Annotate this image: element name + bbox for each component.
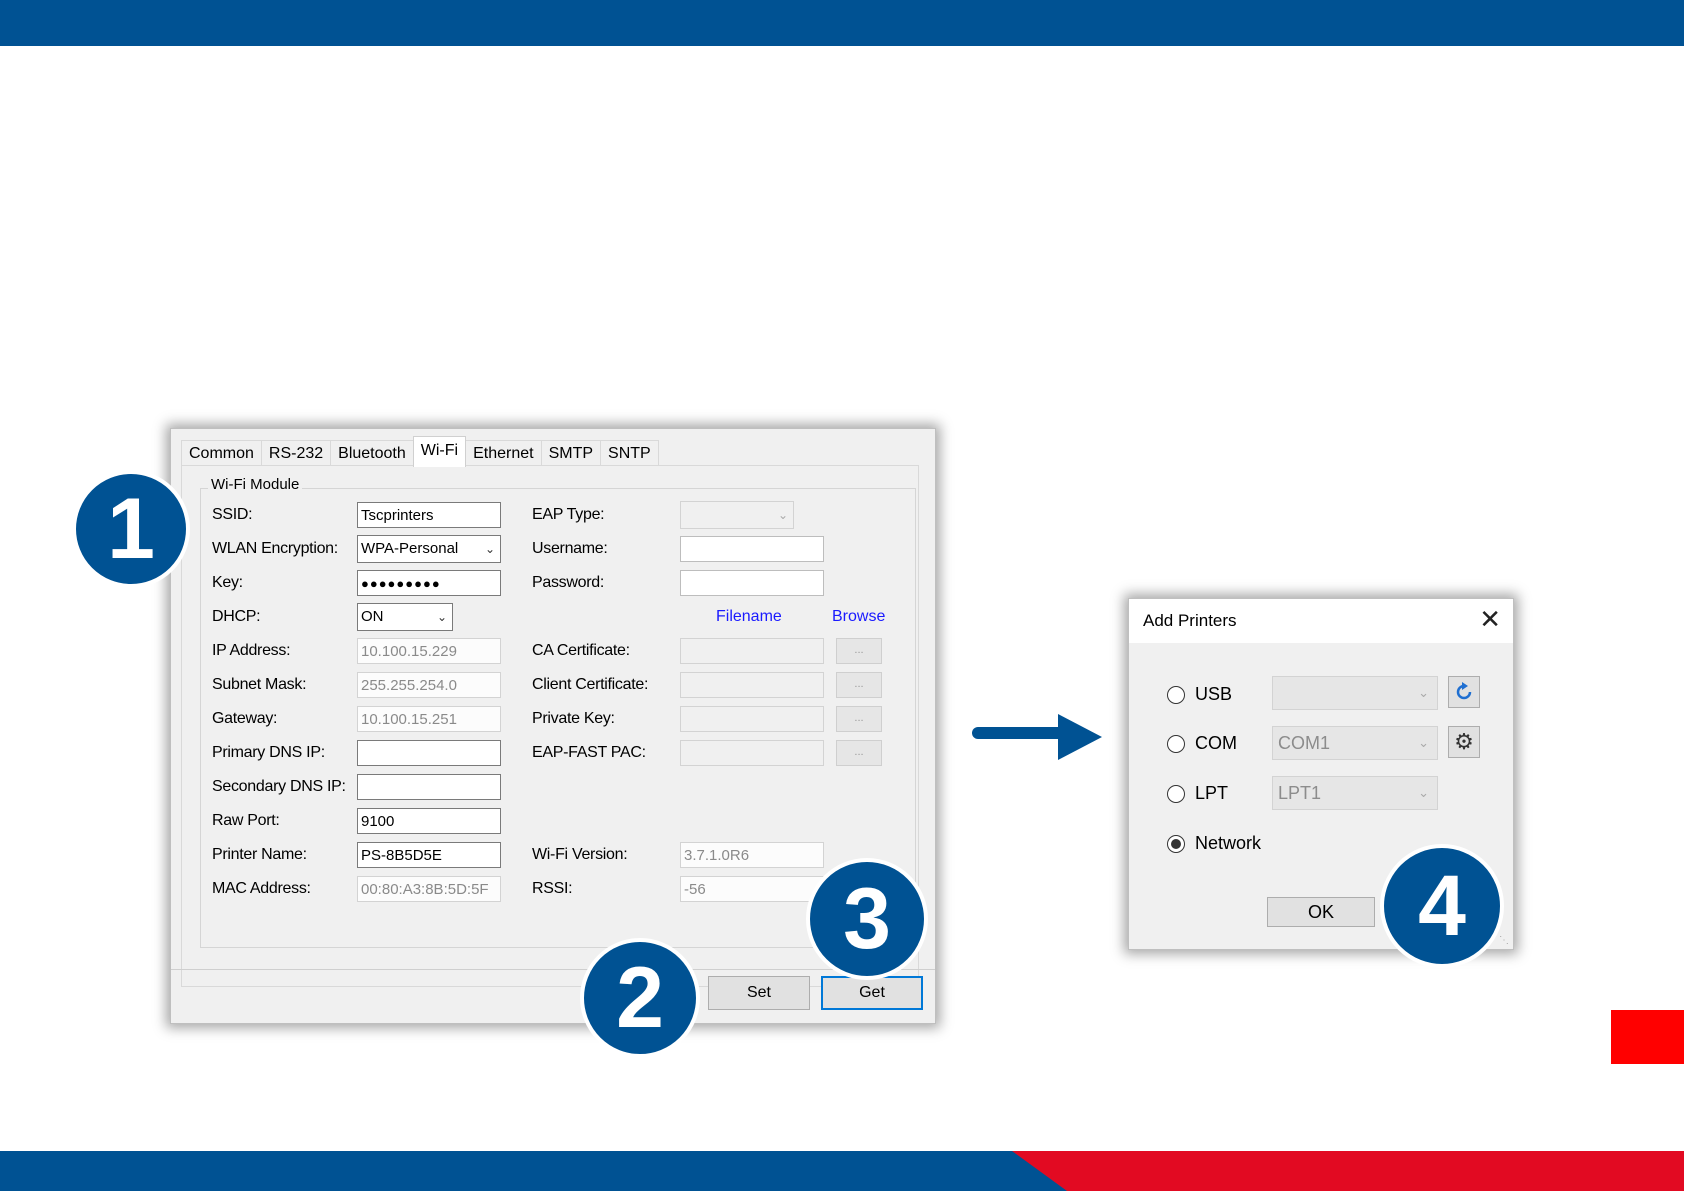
button-bar-divider: [171, 969, 935, 970]
dhcp-label: DHCP:: [212, 608, 261, 625]
lpt-label: LPT: [1195, 783, 1229, 803]
ca-certificate-field[interactable]: [680, 638, 824, 664]
eap-fast-pac-label: EAP-FAST PAC:: [532, 744, 646, 761]
com-settings-button[interactable]: ⚙: [1448, 726, 1480, 758]
usb-radio[interactable]: [1167, 686, 1185, 704]
tab-bluetooth[interactable]: Bluetooth: [330, 440, 414, 467]
tab-sntp[interactable]: SNTP: [600, 440, 659, 467]
step-3-marker: 3: [806, 858, 928, 980]
dhcp-select[interactable]: ON ⌄: [357, 603, 453, 631]
lpt-select[interactable]: LPT1 ⌄: [1272, 776, 1438, 810]
dhcp-value: ON: [361, 608, 384, 625]
chevron-down-icon: ⌄: [1418, 785, 1429, 800]
rssi-label: RSSI:: [532, 880, 573, 897]
raw-port-label: Raw Port:: [212, 812, 280, 829]
private-key-field[interactable]: [680, 706, 824, 732]
key-label: Key:: [212, 574, 243, 591]
subnet-mask-label: Subnet Mask:: [212, 676, 307, 693]
eap-type-select[interactable]: ⌄: [680, 501, 794, 529]
gateway-label: Gateway:: [212, 710, 278, 727]
gear-icon: ⚙: [1454, 729, 1474, 754]
tab-strip: Common RS-232 Bluetooth Wi-Fi Ethernet S…: [181, 436, 659, 467]
ssid-label: SSID:: [212, 506, 253, 523]
primary-dns-label: Primary DNS IP:: [212, 744, 325, 761]
eap-fast-pac-browse-button[interactable]: ...: [836, 740, 882, 766]
rssi-field[interactable]: -56: [680, 876, 824, 902]
dialog-title: Add Printers: [1143, 611, 1237, 630]
step-1-marker: 1: [72, 470, 190, 588]
wlan-encryption-value: WPA-Personal: [361, 540, 459, 557]
client-certificate-browse-button[interactable]: ...: [836, 672, 882, 698]
ip-address-field[interactable]: 10.100.15.229: [357, 638, 501, 664]
com-radio[interactable]: [1167, 735, 1185, 753]
ip-address-label: IP Address:: [212, 642, 291, 659]
client-certificate-label: Client Certificate:: [532, 676, 649, 693]
ca-certificate-browse-button[interactable]: ...: [836, 638, 882, 664]
wlan-encryption-select[interactable]: WPA-Personal ⌄: [357, 535, 501, 563]
secondary-dns-label: Secondary DNS IP:: [212, 778, 346, 795]
raw-port-field[interactable]: 9100: [357, 808, 501, 834]
eap-type-label: EAP Type:: [532, 506, 605, 523]
username-label: Username:: [532, 540, 608, 557]
chevron-down-icon: ⌄: [484, 542, 495, 556]
mac-address-field[interactable]: 00:80:A3:8B:5D:5F: [357, 876, 501, 902]
ok-button[interactable]: OK: [1267, 897, 1375, 927]
printer-name-label: Printer Name:: [212, 846, 307, 863]
lpt-select-value: LPT1: [1278, 783, 1322, 803]
step-2-marker: 2: [580, 938, 700, 1058]
get-button[interactable]: Get: [821, 976, 923, 1010]
password-label: Password:: [532, 574, 604, 591]
wifi-version-field[interactable]: 3.7.1.0R6: [680, 842, 824, 868]
filename-header: Filename: [716, 608, 782, 625]
tab-common[interactable]: Common: [181, 440, 262, 467]
refresh-icon: [1456, 682, 1472, 700]
network-label: Network: [1195, 833, 1262, 853]
set-button[interactable]: Set: [708, 976, 810, 1010]
chevron-down-icon: ⌄: [777, 508, 788, 522]
resize-grip-icon[interactable]: ⋱: [1499, 935, 1511, 947]
username-field[interactable]: [680, 536, 824, 562]
wifi-version-label: Wi-Fi Version:: [532, 846, 628, 863]
private-key-browse-button[interactable]: ...: [836, 706, 882, 732]
bottom-banner-red: [1012, 1151, 1684, 1191]
dialog-titlebar: Add Printers ✕: [1129, 599, 1513, 643]
red-page-marker: [1611, 1010, 1684, 1064]
primary-dns-field[interactable]: [357, 740, 501, 766]
eap-fast-pac-field[interactable]: [680, 740, 824, 766]
chevron-down-icon: ⌄: [1418, 735, 1429, 750]
subnet-mask-field[interactable]: 255.255.254.0: [357, 672, 501, 698]
arrow-right-icon: [972, 714, 1102, 760]
tab-wifi[interactable]: Wi-Fi: [412, 436, 467, 467]
tab-ethernet[interactable]: Ethernet: [465, 440, 542, 467]
refresh-button[interactable]: [1448, 676, 1480, 708]
lpt-radio[interactable]: [1167, 785, 1185, 803]
printer-name-field[interactable]: PS-8B5D5E: [357, 842, 501, 868]
tab-rs232[interactable]: RS-232: [260, 440, 332, 467]
chevron-down-icon: ⌄: [436, 610, 447, 624]
gateway-field[interactable]: 10.100.15.251: [357, 706, 501, 732]
bottom-banner: [0, 1151, 1684, 1191]
com-select[interactable]: COM1 ⌄: [1272, 726, 1438, 760]
usb-label: USB: [1195, 684, 1233, 704]
browse-header: Browse: [832, 608, 886, 625]
chevron-down-icon: ⌄: [1418, 685, 1429, 700]
group-label: Wi-Fi Module: [208, 476, 303, 493]
network-radio[interactable]: [1167, 835, 1185, 853]
key-field[interactable]: ●●●●●●●●●: [357, 570, 501, 596]
client-certificate-field[interactable]: [680, 672, 824, 698]
com-label: COM: [1195, 733, 1237, 753]
mac-address-label: MAC Address:: [212, 880, 311, 897]
private-key-label: Private Key:: [532, 710, 615, 727]
secondary-dns-field[interactable]: [357, 774, 501, 800]
top-banner: [0, 0, 1684, 46]
close-icon[interactable]: ✕: [1479, 605, 1501, 633]
ssid-field[interactable]: Tscprinters: [357, 502, 501, 528]
tab-smtp[interactable]: SMTP: [540, 440, 602, 467]
step-4-marker: 4: [1380, 844, 1504, 968]
wlan-encryption-label: WLAN Encryption:: [212, 540, 338, 557]
password-field[interactable]: [680, 570, 824, 596]
usb-select[interactable]: ⌄: [1272, 676, 1438, 710]
com-select-value: COM1: [1278, 733, 1331, 753]
ca-certificate-label: CA Certificate:: [532, 642, 630, 659]
